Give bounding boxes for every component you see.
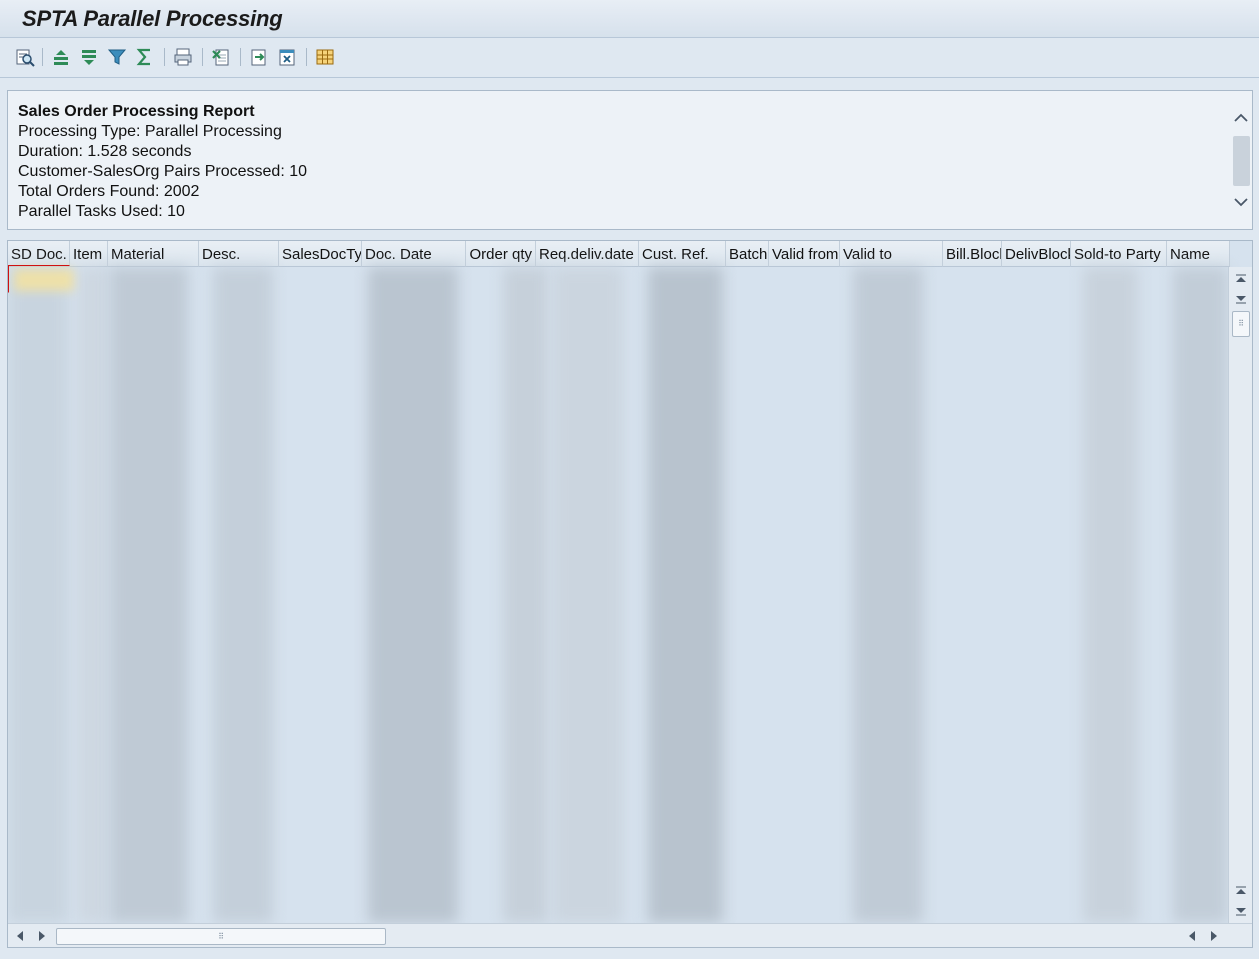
- scroll-left-step-icon[interactable]: [36, 929, 48, 943]
- column-header-cust-ref[interactable]: Cust. Ref.: [639, 241, 726, 267]
- report-line-parallel-tasks: Parallel Tasks Used: 10: [18, 203, 185, 220]
- column-header-bill-block[interactable]: Bill.Block: [943, 241, 1002, 267]
- column-header-valid-from[interactable]: Valid from: [769, 241, 840, 267]
- scroll-top-icon[interactable]: [1234, 273, 1248, 285]
- print-preview-icon[interactable]: [172, 46, 194, 68]
- report-line-duration: Duration: 1.528 seconds: [18, 143, 192, 160]
- sales-order-grid: SD Doc. Item Material Desc. SalesDocTy D…: [7, 240, 1253, 948]
- report-line-total-orders: Total Orders Found: 2002: [18, 183, 200, 200]
- scroll-down-step-icon[interactable]: [1234, 293, 1248, 305]
- scroll-down-icon[interactable]: [1234, 195, 1248, 209]
- scroll-left-end-icon[interactable]: [14, 929, 26, 943]
- toolbar-separator: [202, 48, 203, 66]
- export-icon[interactable]: [248, 46, 270, 68]
- total-icon[interactable]: [134, 46, 156, 68]
- scroll-up-icon[interactable]: [1234, 111, 1248, 125]
- toolbar-separator: [164, 48, 165, 66]
- window-title: SPTA Parallel Processing: [22, 6, 283, 31]
- sort-descending-icon[interactable]: [78, 46, 100, 68]
- details-icon[interactable]: [14, 46, 36, 68]
- column-header-valid-to[interactable]: Valid to: [840, 241, 943, 267]
- report-line-pairs-processed: Customer-SalesOrg Pairs Processed: 10: [18, 163, 307, 180]
- column-header-batch[interactable]: Batch: [726, 241, 769, 267]
- title-bar: SPTA Parallel Processing: [0, 0, 1259, 38]
- export-file-icon[interactable]: [276, 46, 298, 68]
- sort-ascending-icon[interactable]: [50, 46, 72, 68]
- column-header-item[interactable]: Item: [70, 241, 108, 267]
- column-header-sd-doc[interactable]: SD Doc.: [8, 241, 70, 267]
- report-heading: Sales Order Processing Report: [18, 103, 255, 120]
- column-header-order-qty[interactable]: Order qty: [466, 241, 536, 267]
- grid-horizontal-scrollbar[interactable]: ⠿: [8, 923, 1252, 947]
- filter-icon[interactable]: [106, 46, 128, 68]
- header-scrollbar[interactable]: [1230, 91, 1252, 229]
- column-header-deliv-block[interactable]: DelivBlock: [1002, 241, 1071, 267]
- layout-icon[interactable]: [314, 46, 336, 68]
- toolbar-separator: [42, 48, 43, 66]
- scroll-right-step-icon[interactable]: [1186, 929, 1198, 943]
- column-header-salesdocty[interactable]: SalesDocTy: [279, 241, 362, 267]
- column-header-desc[interactable]: Desc.: [199, 241, 279, 267]
- toolbar-separator: [306, 48, 307, 66]
- column-header-doc-date[interactable]: Doc. Date: [362, 241, 466, 267]
- grid-vscroll-thumb[interactable]: ⠿: [1232, 311, 1250, 337]
- header-scroll-thumb[interactable]: [1233, 136, 1250, 186]
- scroll-up-step-icon[interactable]: [1234, 885, 1248, 897]
- column-header-material[interactable]: Material: [108, 241, 199, 267]
- toolbar: [0, 38, 1259, 78]
- report-header-panel: Sales Order Processing Report Processing…: [7, 90, 1253, 230]
- splitter-handle[interactable]: [618, 232, 646, 245]
- selected-cell[interactable]: [8, 265, 70, 293]
- column-header-req-deliv-date[interactable]: Req.deliv.date: [536, 241, 639, 267]
- column-header-name[interactable]: Name: [1167, 241, 1230, 267]
- column-header-sold-to-party[interactable]: Sold-to Party: [1071, 241, 1167, 267]
- toolbar-separator: [240, 48, 241, 66]
- export-spreadsheet-icon[interactable]: [210, 46, 232, 68]
- scroll-right-end-icon[interactable]: [1208, 929, 1220, 943]
- grid-vertical-scrollbar[interactable]: ⠿: [1228, 267, 1252, 923]
- grid-hscroll-thumb[interactable]: ⠿: [56, 928, 386, 945]
- scroll-bottom-icon[interactable]: [1234, 905, 1248, 917]
- report-line-processing-type: Processing Type: Parallel Processing: [18, 123, 282, 140]
